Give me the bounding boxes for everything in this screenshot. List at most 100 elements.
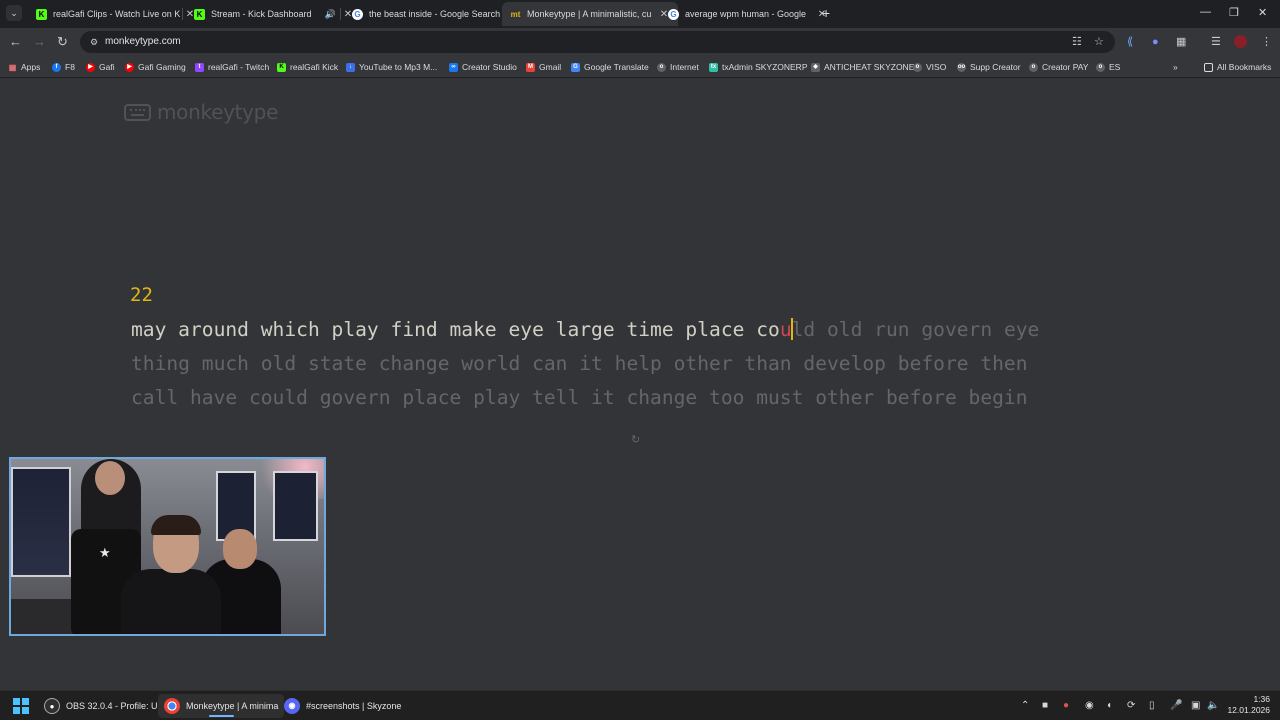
bookmark-txadmin[interactable]: tx txAdmin SKYZONERP (709, 60, 808, 74)
tab-monkeytype[interactable]: mt Monkeytype | A minimalistic, cu ✕ (502, 2, 678, 26)
windows-taskbar: ● OBS 32.0.4 - Profile: Unt Monkeytype |… (0, 690, 1280, 720)
bookmark-gmail[interactable]: M Gmail (526, 60, 561, 74)
pending-words: ld old run govern eye (791, 318, 1040, 341)
bookmark-google-translate[interactable]: G Google Translate (571, 60, 649, 74)
webcam-person-front (121, 569, 221, 634)
bookmark-internet[interactable]: o Internet (657, 60, 699, 74)
profile-avatar[interactable] (1234, 35, 1247, 48)
bookmark-apps[interactable]: ▦ Apps (8, 60, 41, 74)
youtube-icon: ▶ (125, 62, 134, 72)
microphone-icon[interactable]: 🎤 (1170, 699, 1182, 713)
extension-circle-icon[interactable]: ● (1152, 35, 1159, 49)
webcam-window (273, 471, 318, 541)
globe-icon: o (657, 62, 666, 72)
menu-dots-icon[interactable]: ⋮ (1261, 35, 1272, 49)
bookmark-label: Gafi (99, 62, 115, 72)
tray-steam-icon[interactable]: ⟳ (1127, 699, 1135, 713)
reading-list-icon[interactable]: ☰ (1211, 35, 1221, 49)
active-indicator (208, 715, 234, 717)
speaker-icon[interactable]: 🔊 (325, 9, 336, 20)
tab-kick-dashboard[interactable]: K Stream - Kick Dashboard 🔊 ✕ (186, 2, 362, 26)
bookmark-star-icon[interactable]: ☆ (1094, 36, 1104, 48)
bookmark-label: VISO (926, 62, 947, 72)
network-icon[interactable]: ▣ (1191, 699, 1200, 713)
tab-title: realGafi Clips - Watch Live on K (53, 9, 181, 19)
bookmark-supp-creator[interactable]: oo Supp Creator (957, 60, 1021, 74)
bookmark-label: Internet (670, 62, 699, 72)
translate-icon: G (571, 62, 580, 72)
window-close-icon[interactable]: ✕ (1258, 6, 1267, 19)
tray-app-icon[interactable]: ◖ (1106, 699, 1112, 713)
extension-wave-icon[interactable]: ⟪ (1127, 35, 1133, 49)
url-text[interactable]: monkeytype.com (105, 36, 181, 47)
tab-title: Monkeytype | A minimalistic, cu (527, 9, 652, 19)
restore-icon[interactable]: ❐ (1229, 6, 1239, 19)
kick-icon: K (36, 8, 47, 20)
bookmark-anticheat[interactable]: ◆ ANTICHEAT SKYZONE (811, 60, 914, 74)
words-line-3: call have could govern place play tell i… (131, 386, 1028, 409)
system-clock[interactable]: 1:36 12.01.2026 (1227, 694, 1270, 716)
obs-icon: ● (44, 698, 60, 714)
typing-test-words[interactable]: may around which play find make eye larg… (131, 313, 1131, 415)
bookmark-f8[interactable]: f F8 (52, 60, 75, 74)
restart-test-icon[interactable]: ↻ (631, 433, 640, 446)
bookmark-gafi[interactable]: ▶ Gafi (86, 60, 115, 74)
bookmark-gafi-gaming[interactable]: ▶ Gafi Gaming (125, 60, 186, 74)
gmail-icon: M (526, 62, 535, 72)
webcam-person-hair (151, 515, 201, 535)
bookmark-realgafi-kick[interactable]: KrealGafi Kick (277, 60, 338, 74)
bookmark-creator-pay[interactable]: o Creator PAY (1029, 60, 1088, 74)
bookmark-label: Creator Studio (462, 62, 517, 72)
webcam-window (11, 467, 71, 577)
minimize-icon[interactable]: — (1200, 6, 1211, 18)
tray-discord-icon[interactable]: ◉ (1085, 699, 1094, 713)
bookmark-label: Creator PAY (1042, 62, 1089, 72)
taskbar-chrome[interactable]: Monkeytype | A minima (158, 694, 285, 718)
bookmark-viso[interactable]: o VISO (913, 60, 946, 74)
bookmark-label: realGafi - Twitch (208, 62, 270, 72)
bookmarks-overflow-chevron-icon[interactable]: » (1173, 60, 1178, 74)
taskbar-discord[interactable]: ◉ #screenshots | Skyzone (278, 694, 407, 718)
keyboard-logo-icon (124, 103, 151, 121)
youtube-icon: ▶ (86, 62, 95, 72)
kick-icon: K (194, 8, 205, 20)
taskbar-obs[interactable]: ● OBS 32.0.4 - Profile: Unt (38, 694, 171, 718)
chair-logo-icon: ★ (99, 545, 111, 560)
tab-search-icon[interactable]: ⌄ (6, 5, 22, 21)
bookmark-label: F8 (65, 62, 75, 72)
bookmark-label: YouTube to Mp3 M... (359, 62, 438, 72)
clock-date: 12.01.2026 (1227, 705, 1270, 715)
site-info-icon[interactable]: ⚙ (88, 36, 100, 48)
bookmark-youtube-mp3[interactable]: ↓ YouTube to Mp3 M... (346, 60, 437, 74)
bookmark-realgafi-twitch[interactable]: t realGafi - Twitch (195, 60, 269, 74)
tab-title: the beast inside - Google Search (369, 9, 500, 19)
install-app-icon[interactable]: ☷ (1072, 36, 1082, 48)
bookmark-es[interactable]: o ES (1096, 60, 1120, 74)
reload-icon[interactable]: ↻ (57, 34, 68, 50)
typed-words: may around which play find make eye larg… (131, 318, 780, 341)
all-bookmarks-button[interactable]: All Bookmarks (1204, 60, 1271, 74)
tray-battery-icon[interactable]: ▯ (1149, 699, 1155, 713)
tab-realgafi-clips[interactable]: K realGafi Clips - Watch Live on K ✕ (28, 2, 204, 26)
taskbar-label: Monkeytype | A minima (186, 701, 279, 711)
clock-time: 1:36 (1253, 694, 1270, 704)
forward-arrow-icon[interactable]: → (33, 34, 46, 50)
new-tab-plus-icon[interactable]: + (822, 6, 830, 20)
windows-start-icon[interactable] (13, 698, 29, 714)
tab-title: Stream - Kick Dashboard (211, 9, 312, 19)
bookmark-creator-studio[interactable]: ∞ Creator Studio (449, 60, 517, 74)
tab-google-beast-inside[interactable]: G the beast inside - Google Search ✕ (344, 2, 520, 26)
kick-icon: K (277, 62, 286, 72)
tray-app-icon[interactable]: ■ (1042, 699, 1048, 713)
monkeytype-logo[interactable]: monkeytype (124, 100, 278, 124)
back-arrow-icon[interactable]: ← (9, 34, 22, 50)
tray-red-app-icon[interactable]: ● (1063, 699, 1069, 713)
webcam-person-head (95, 461, 125, 495)
volume-icon[interactable]: 🔈 (1207, 699, 1219, 713)
address-bar[interactable]: ⚙ monkeytype.com ☷ ☆ (80, 31, 1115, 53)
tray-overflow-chevron-icon[interactable]: ⌃ (1021, 699, 1029, 713)
extensions-puzzle-icon[interactable]: ▦ (1176, 35, 1186, 49)
bookmark-label: Supp Creator (970, 62, 1021, 72)
words-line-1: may around which play find make eye larg… (131, 313, 1131, 347)
tab-google-average-wpm[interactable]: G average wpm human - Google ✕ (660, 2, 836, 26)
